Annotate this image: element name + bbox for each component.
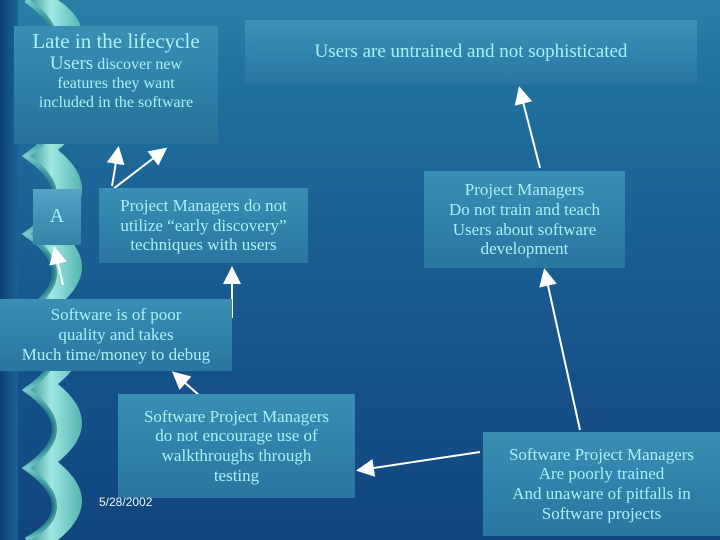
poor-line3: Much time/money to debug [21,344,211,364]
box-poor-quality[interactable]: Software is of poor quality and takes Mu… [0,299,232,371]
poor-line2: quality and takes [58,325,174,345]
poorly-trained-line4: Software projects [541,503,662,523]
late-line1: Late in the lifecycle [32,29,200,53]
slide-date: 5/28/2002 [99,495,153,509]
poor-line1: Software is of poor [50,305,182,325]
late-line2: Users discover new [20,53,212,75]
poorly-trained-line1: Software Project Managers [508,444,695,464]
pm-early-line3: techniques with users [130,235,277,255]
slide-canvas: Late in the lifecycle Users discover new… [0,0,720,540]
late-line3: features they want [57,75,175,93]
box-walkthroughs[interactable]: Software Project Managers do not encoura… [118,394,355,498]
node-a-label: A [49,205,65,228]
pm-no-train-line1: Project Managers [464,180,585,200]
walkthroughs-line3: walkthroughs through [161,446,312,465]
pm-early-line2: utilize “early discovery” [120,215,287,235]
walkthroughs-line4: testing [213,465,260,485]
late-line4: included in the software [38,93,194,111]
box-poorly-trained[interactable]: Software Project Managers Are poorly tra… [483,432,720,536]
poorly-trained-line3: And unaware of pitfalls in [512,484,691,503]
walkthroughs-line2: do not encourage use of [155,426,318,446]
box-node-a[interactable]: A [33,189,81,245]
box-pm-no-training[interactable]: Project Managers Do not train and teach … [424,171,625,268]
poorly-trained-line2: Are poorly trained [538,464,665,484]
pm-no-train-line3: Users about software [452,219,597,239]
pm-no-train-line4: development [480,239,569,259]
box-pm-early-discovery[interactable]: Project Managers do not utilize “early d… [99,188,308,263]
late-line2-rest: discover new [93,56,183,74]
untrained-text: Users are untrained and not sophisticate… [314,40,628,62]
pm-early-line1: Project Managers do not [120,195,287,215]
walkthroughs-line1: Software Project Managers [143,406,330,426]
pm-no-train-line2: Do not train and teach [448,199,601,219]
box-users-untrained[interactable]: Users are untrained and not sophisticate… [245,20,697,84]
box-late-lifecycle[interactable]: Late in the lifecycle Users discover new… [14,26,218,144]
late-line2-strong: Users [49,53,94,75]
